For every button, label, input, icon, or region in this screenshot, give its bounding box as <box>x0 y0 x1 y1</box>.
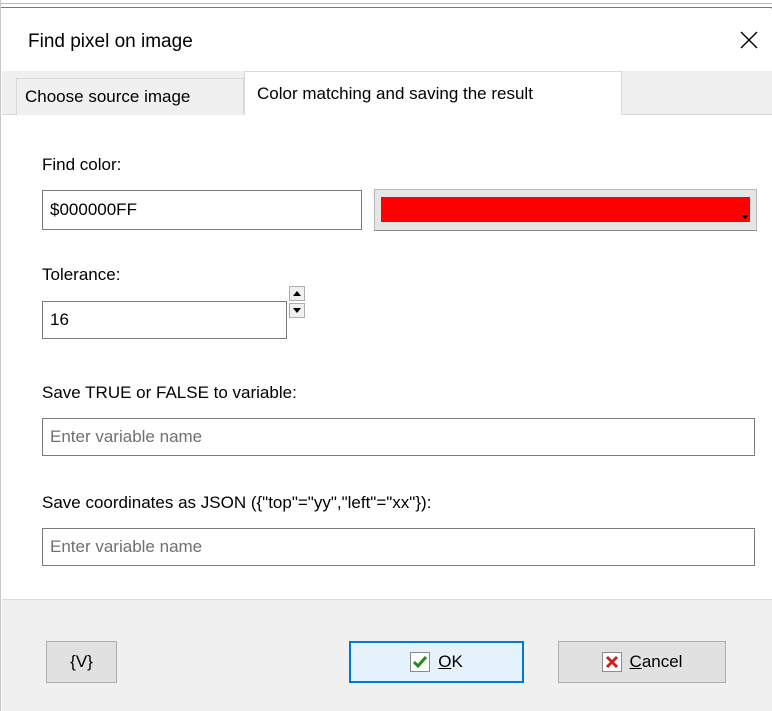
background-window-edge-line <box>1 3 772 4</box>
ok-label-rest: K <box>451 652 463 671</box>
tab-label: Choose source image <box>25 87 191 106</box>
find-pixel-dialog: Find pixel on image Choose source image … <box>0 0 772 711</box>
find-color-label: Find color: <box>42 155 122 174</box>
tab-panel: Find color: Tolerance: Save TRUE or FALS… <box>2 115 772 599</box>
tolerance-label: Tolerance: <box>42 265 121 284</box>
tolerance-decrement-button[interactable] <box>289 303 305 318</box>
background-window-edge <box>1 0 772 8</box>
color-swatch <box>381 197 750 222</box>
dialog-footer: {V} OK Cancel <box>2 599 772 711</box>
tab-label: Color matching and saving the result <box>257 83 533 103</box>
save-bool-variable-input[interactable] <box>42 418 755 456</box>
tab-strip: Choose source image Color matching and s… <box>2 71 772 115</box>
cancel-button[interactable]: Cancel <box>558 641 726 683</box>
dialog-title: Find pixel on image <box>28 31 193 52</box>
insert-variable-button[interactable]: {V} <box>46 641 117 683</box>
checkmark-icon <box>410 652 431 672</box>
save-bool-label: Save TRUE or FALSE to variable: <box>42 383 297 402</box>
title-bar[interactable]: Find pixel on image <box>2 9 772 71</box>
find-color-input[interactable] <box>42 190 362 230</box>
cancel-label-rest: ancel <box>641 652 683 671</box>
close-button[interactable] <box>726 19 772 61</box>
dropdown-arrow-icon <box>741 215 749 219</box>
tab-choose-source-image[interactable]: Choose source image <box>16 78 244 115</box>
spin-up-icon <box>293 291 301 296</box>
ok-label: OK <box>438 652 463 672</box>
ok-button[interactable]: OK <box>349 641 524 683</box>
tolerance-increment-button[interactable] <box>289 286 305 301</box>
cancel-mnemonic: C <box>629 652 642 671</box>
cancel-label: Cancel <box>630 652 683 672</box>
tolerance-input[interactable] <box>42 301 287 339</box>
spin-down-icon <box>293 308 301 313</box>
x-icon <box>601 652 622 672</box>
tab-color-matching[interactable]: Color matching and saving the result <box>244 71 622 115</box>
color-picker-button[interactable] <box>374 189 757 231</box>
ok-mnemonic: O <box>438 652 452 671</box>
save-coords-variable-input[interactable] <box>42 528 755 566</box>
close-icon <box>740 31 758 49</box>
save-coords-label: Save coordinates as JSON ({"top"="yy","l… <box>42 493 432 512</box>
